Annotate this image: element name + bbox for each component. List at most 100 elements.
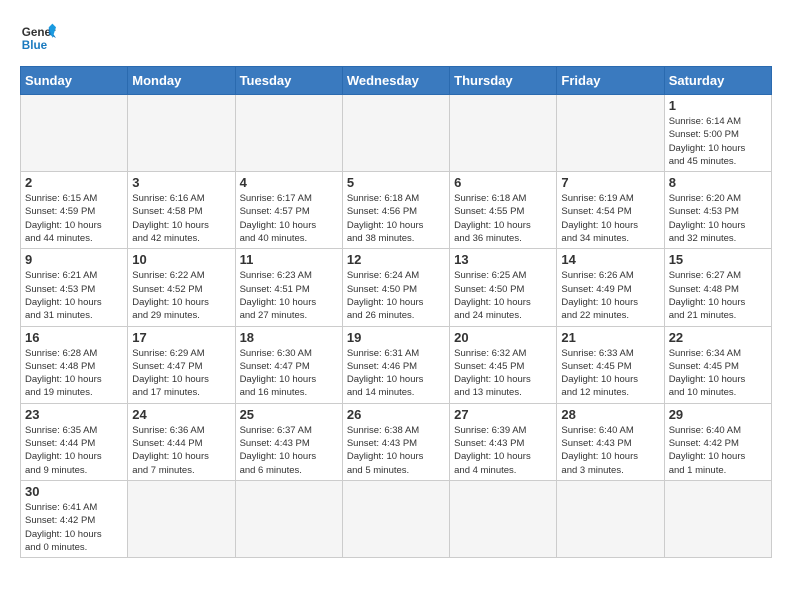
day-number: 5 <box>347 175 445 190</box>
calendar-day: 5 Sunrise: 6:18 AM Sunset: 4:56 PM Daylig… <box>342 172 449 249</box>
calendar-day: 23 Sunrise: 6:35 AM Sunset: 4:44 PM Dayli… <box>21 403 128 480</box>
calendar-day <box>128 480 235 557</box>
day-info: Sunrise: 6:35 AM Sunset: 4:44 PM Dayligh… <box>25 424 123 477</box>
calendar-week-row: 2Sunrise: 6:15 AM Sunset: 4:59 PM Daylig… <box>21 172 772 249</box>
weekday-friday: Friday <box>557 67 664 95</box>
weekday-saturday: Saturday <box>664 67 771 95</box>
calendar-day: 10 Sunrise: 6:22 AM Sunset: 4:52 PM Dayli… <box>128 249 235 326</box>
day-info: Sunrise: 6:29 AM Sunset: 4:47 PM Dayligh… <box>132 347 230 400</box>
day-number: 4 <box>240 175 338 190</box>
calendar-week-row: 16 Sunrise: 6:28 AM Sunset: 4:48 PM Dayli… <box>21 326 772 403</box>
calendar-day: 22 Sunrise: 6:34 AM Sunset: 4:45 PM Dayli… <box>664 326 771 403</box>
day-info: Sunrise: 6:23 AM Sunset: 4:51 PM Dayligh… <box>240 269 338 322</box>
weekday-monday: Monday <box>128 67 235 95</box>
day-info: Sunrise: 6:21 AM Sunset: 4:53 PM Dayligh… <box>25 269 123 322</box>
calendar-day: 3 Sunrise: 6:16 AM Sunset: 4:58 PM Daylig… <box>128 172 235 249</box>
page-header: General Blue <box>20 20 772 56</box>
day-info: Sunrise: 6:20 AM Sunset: 4:53 PM Dayligh… <box>669 192 767 245</box>
day-info: Sunrise: 6:19 AM Sunset: 4:54 PM Dayligh… <box>561 192 659 245</box>
day-info: Sunrise: 6:36 AM Sunset: 4:44 PM Dayligh… <box>132 424 230 477</box>
calendar-week-row: 9 Sunrise: 6:21 AM Sunset: 4:53 PM Daylig… <box>21 249 772 326</box>
weekday-tuesday: Tuesday <box>235 67 342 95</box>
day-number: 27 <box>454 407 552 422</box>
calendar-day: 27 Sunrise: 6:39 AM Sunset: 4:43 PM Dayli… <box>450 403 557 480</box>
day-info: Sunrise: 6:24 AM Sunset: 4:50 PM Dayligh… <box>347 269 445 322</box>
calendar-day: 28Sunrise: 6:40 AM Sunset: 4:43 PM Dayli… <box>557 403 664 480</box>
calendar-day: 7Sunrise: 6:19 AM Sunset: 4:54 PM Daylig… <box>557 172 664 249</box>
day-number: 6 <box>454 175 552 190</box>
calendar-day: 21Sunrise: 6:33 AM Sunset: 4:45 PM Dayli… <box>557 326 664 403</box>
logo-icon: General Blue <box>20 20 56 56</box>
day-number: 24 <box>132 407 230 422</box>
calendar-body: 1Sunrise: 6:14 AM Sunset: 5:00 PM Daylig… <box>21 95 772 558</box>
day-number: 23 <box>25 407 123 422</box>
day-number: 22 <box>669 330 767 345</box>
day-info: Sunrise: 6:37 AM Sunset: 4:43 PM Dayligh… <box>240 424 338 477</box>
day-info: Sunrise: 6:38 AM Sunset: 4:43 PM Dayligh… <box>347 424 445 477</box>
day-info: Sunrise: 6:18 AM Sunset: 4:56 PM Dayligh… <box>347 192 445 245</box>
day-info: Sunrise: 6:32 AM Sunset: 4:45 PM Dayligh… <box>454 347 552 400</box>
day-number: 15 <box>669 252 767 267</box>
calendar-day: 6 Sunrise: 6:18 AM Sunset: 4:55 PM Daylig… <box>450 172 557 249</box>
calendar-day: 8Sunrise: 6:20 AM Sunset: 4:53 PM Daylig… <box>664 172 771 249</box>
day-info: Sunrise: 6:17 AM Sunset: 4:57 PM Dayligh… <box>240 192 338 245</box>
day-number: 30 <box>25 484 123 499</box>
day-number: 26 <box>347 407 445 422</box>
day-number: 28 <box>561 407 659 422</box>
svg-text:Blue: Blue <box>22 39 48 52</box>
day-info: Sunrise: 6:39 AM Sunset: 4:43 PM Dayligh… <box>454 424 552 477</box>
calendar-day <box>450 480 557 557</box>
calendar-week-row: 23 Sunrise: 6:35 AM Sunset: 4:44 PM Dayli… <box>21 403 772 480</box>
day-info: Sunrise: 6:27 AM Sunset: 4:48 PM Dayligh… <box>669 269 767 322</box>
day-info: Sunrise: 6:26 AM Sunset: 4:49 PM Dayligh… <box>561 269 659 322</box>
day-number: 9 <box>25 252 123 267</box>
day-number: 10 <box>132 252 230 267</box>
calendar-day: 1Sunrise: 6:14 AM Sunset: 5:00 PM Daylig… <box>664 95 771 172</box>
logo: General Blue <box>20 20 56 56</box>
calendar-day: 25 Sunrise: 6:37 AM Sunset: 4:43 PM Dayli… <box>235 403 342 480</box>
calendar-day: 26 Sunrise: 6:38 AM Sunset: 4:43 PM Dayli… <box>342 403 449 480</box>
day-info: Sunrise: 6:41 AM Sunset: 4:42 PM Dayligh… <box>25 501 123 554</box>
calendar-day <box>557 95 664 172</box>
calendar-day: 17Sunrise: 6:29 AM Sunset: 4:47 PM Dayli… <box>128 326 235 403</box>
calendar-day: 14 Sunrise: 6:26 AM Sunset: 4:49 PM Dayli… <box>557 249 664 326</box>
day-number: 29 <box>669 407 767 422</box>
day-info: Sunrise: 6:25 AM Sunset: 4:50 PM Dayligh… <box>454 269 552 322</box>
day-info: Sunrise: 6:18 AM Sunset: 4:55 PM Dayligh… <box>454 192 552 245</box>
day-number: 11 <box>240 252 338 267</box>
day-number: 14 <box>561 252 659 267</box>
calendar-table: SundayMondayTuesdayWednesdayThursdayFrid… <box>20 66 772 558</box>
calendar-day: 12 Sunrise: 6:24 AM Sunset: 4:50 PM Dayli… <box>342 249 449 326</box>
calendar-day: 16 Sunrise: 6:28 AM Sunset: 4:48 PM Dayli… <box>21 326 128 403</box>
calendar-day: 19 Sunrise: 6:31 AM Sunset: 4:46 PM Dayli… <box>342 326 449 403</box>
day-info: Sunrise: 6:34 AM Sunset: 4:45 PM Dayligh… <box>669 347 767 400</box>
calendar-day: 15 Sunrise: 6:27 AM Sunset: 4:48 PM Dayli… <box>664 249 771 326</box>
day-info: Sunrise: 6:16 AM Sunset: 4:58 PM Dayligh… <box>132 192 230 245</box>
calendar-day <box>235 95 342 172</box>
calendar-day <box>128 95 235 172</box>
day-number: 25 <box>240 407 338 422</box>
day-info: Sunrise: 6:30 AM Sunset: 4:47 PM Dayligh… <box>240 347 338 400</box>
day-number: 13 <box>454 252 552 267</box>
day-info: Sunrise: 6:40 AM Sunset: 4:42 PM Dayligh… <box>669 424 767 477</box>
calendar-day: 11 Sunrise: 6:23 AM Sunset: 4:51 PM Dayli… <box>235 249 342 326</box>
calendar-week-row: 1Sunrise: 6:14 AM Sunset: 5:00 PM Daylig… <box>21 95 772 172</box>
day-info: Sunrise: 6:14 AM Sunset: 5:00 PM Dayligh… <box>669 115 767 168</box>
calendar-day: 2Sunrise: 6:15 AM Sunset: 4:59 PM Daylig… <box>21 172 128 249</box>
day-number: 2 <box>25 175 123 190</box>
day-number: 12 <box>347 252 445 267</box>
day-number: 19 <box>347 330 445 345</box>
calendar-day: 20 Sunrise: 6:32 AM Sunset: 4:45 PM Dayli… <box>450 326 557 403</box>
day-info: Sunrise: 6:28 AM Sunset: 4:48 PM Dayligh… <box>25 347 123 400</box>
calendar-day <box>342 95 449 172</box>
calendar-day <box>664 480 771 557</box>
day-number: 21 <box>561 330 659 345</box>
calendar-day: 4 Sunrise: 6:17 AM Sunset: 4:57 PM Daylig… <box>235 172 342 249</box>
day-number: 3 <box>132 175 230 190</box>
day-number: 20 <box>454 330 552 345</box>
day-info: Sunrise: 6:22 AM Sunset: 4:52 PM Dayligh… <box>132 269 230 322</box>
day-number: 16 <box>25 330 123 345</box>
calendar-day: 30 Sunrise: 6:41 AM Sunset: 4:42 PM Dayli… <box>21 480 128 557</box>
calendar-day <box>557 480 664 557</box>
day-info: Sunrise: 6:31 AM Sunset: 4:46 PM Dayligh… <box>347 347 445 400</box>
